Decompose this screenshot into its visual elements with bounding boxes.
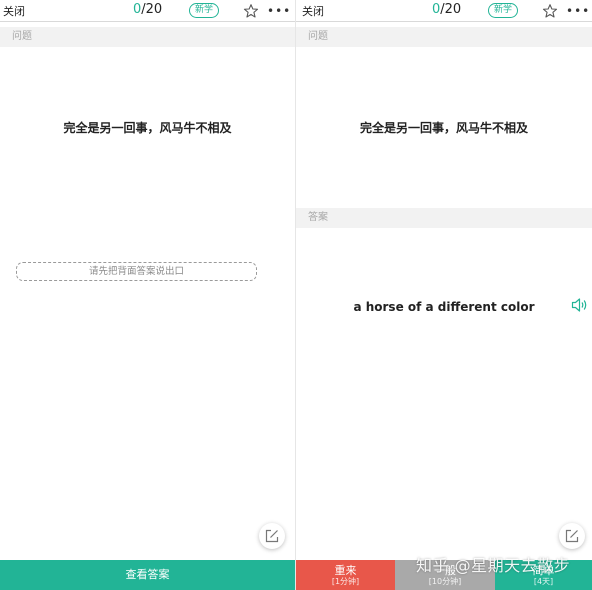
question-section-label: 问题 bbox=[0, 27, 295, 47]
question-section-label: 问题 bbox=[296, 27, 592, 47]
again-button[interactable]: 重来 [1分钟] bbox=[296, 560, 395, 590]
speaker-icon[interactable] bbox=[571, 297, 589, 313]
show-answer-button[interactable]: 查看答案 bbox=[0, 560, 295, 590]
again-interval: [1分钟] bbox=[331, 577, 360, 586]
question-card-panel: 关闭 0/20 新学 ••• 问题 完全是另一回事，风马牛不相及 请先把背面答案… bbox=[0, 0, 295, 590]
progress-total: /20 bbox=[440, 2, 462, 17]
progress-total: /20 bbox=[141, 2, 163, 17]
answer-section-label: 答案 bbox=[296, 208, 592, 228]
edit-icon bbox=[565, 529, 579, 543]
recall-hint: 请先把背面答案说出口 bbox=[16, 262, 257, 281]
edit-button[interactable] bbox=[559, 523, 585, 549]
top-bar: 关闭 0/20 新学 ••• bbox=[296, 0, 592, 22]
watermark: 知乎 @星期天去散步 bbox=[416, 556, 571, 575]
edit-button[interactable] bbox=[259, 523, 285, 549]
more-icon[interactable]: ••• bbox=[566, 4, 590, 18]
progress-counter: 0/20 bbox=[432, 2, 461, 17]
star-icon[interactable] bbox=[243, 3, 259, 19]
status-badge: 新学 bbox=[189, 3, 219, 18]
status-badge: 新学 bbox=[488, 3, 518, 18]
progress-counter: 0/20 bbox=[133, 2, 162, 17]
close-button[interactable]: 关闭 bbox=[302, 3, 324, 19]
easy-interval: [4天] bbox=[533, 577, 554, 586]
star-icon[interactable] bbox=[542, 3, 558, 19]
close-button[interactable]: 关闭 bbox=[3, 3, 25, 19]
more-icon[interactable]: ••• bbox=[267, 4, 291, 18]
answer-card-panel: 关闭 0/20 新学 ••• 问题 完全是另一回事，风马牛不相及 答案 a ho… bbox=[296, 0, 592, 590]
top-bar: 关闭 0/20 新学 ••• bbox=[0, 0, 295, 22]
answer-text: a horse of a different color bbox=[353, 300, 535, 314]
again-label: 重来 bbox=[334, 564, 357, 577]
question-text: 完全是另一回事，风马牛不相及 bbox=[359, 121, 528, 135]
good-interval: [10分钟] bbox=[428, 577, 462, 586]
edit-icon bbox=[265, 529, 279, 543]
question-text: 完全是另一回事，风马牛不相及 bbox=[63, 121, 232, 135]
